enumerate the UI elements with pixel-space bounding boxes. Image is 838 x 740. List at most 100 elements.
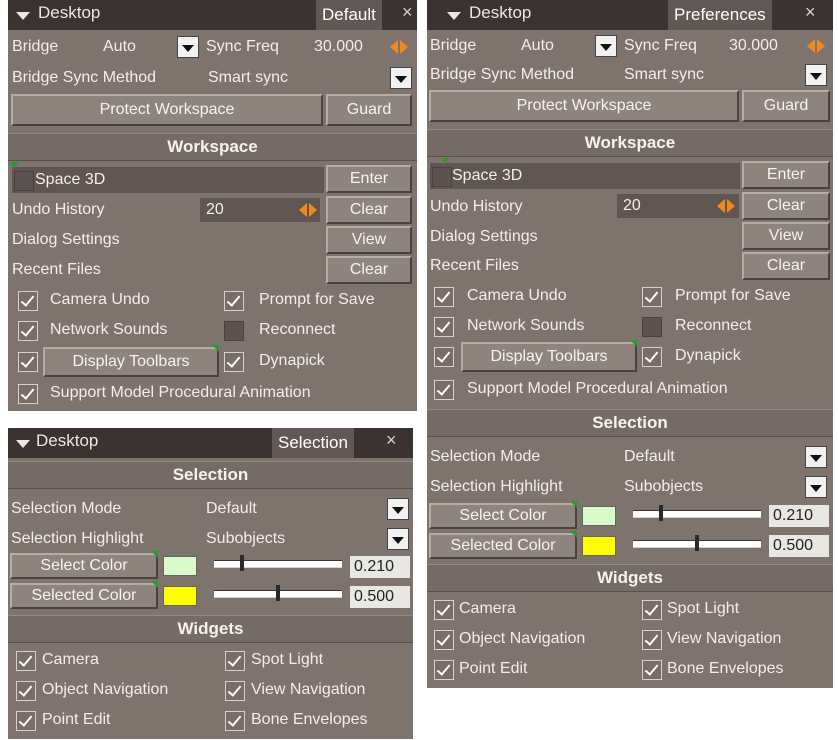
select-color-button[interactable]: Select Color [10,553,158,579]
protect-workspace-button[interactable]: Protect Workspace [11,94,323,126]
guard-button[interactable]: Guard [326,94,412,126]
sync-freq-value[interactable]: 30.000 [729,37,778,55]
space3d-checkbox[interactable] [432,167,452,187]
object-navigation-checkbox[interactable] [16,681,36,701]
selected-color-swatch[interactable] [163,586,197,606]
panel-title: Desktop [469,3,532,22]
display-toolbars-button[interactable]: Display Toolbars [461,342,637,372]
protect-workspace-button[interactable]: Protect Workspace [429,90,739,122]
dialog-settings-label: Dialog Settings [430,228,538,245]
selection-highlight-dropdown[interactable] [387,528,409,550]
collapse-arrow-icon[interactable] [16,440,30,448]
support-model-checkbox[interactable] [434,380,454,400]
sync-freq-value[interactable]: 30.000 [314,38,363,56]
select-color-slider-thumb[interactable] [659,505,663,521]
view-navigation-checkbox[interactable] [225,681,245,701]
collapse-arrow-icon[interactable] [16,12,30,20]
display-toolbars-checkbox[interactable] [434,347,454,367]
select-color-swatch[interactable] [582,506,616,526]
clear-recent-button[interactable]: Clear [742,252,830,280]
select-color-slider[interactable] [633,505,761,521]
bridge-sync-method-dropdown[interactable] [390,67,412,89]
object-navigation-label: Object Navigation [459,630,586,647]
bridge-dropdown[interactable] [177,36,199,58]
view-navigation-checkbox[interactable] [642,630,662,650]
reconnect-checkbox[interactable] [642,317,662,337]
camera-widget-checkbox[interactable] [434,600,454,620]
bridge-sync-method-dropdown[interactable] [805,64,827,86]
undo-history-spinner-icon[interactable] [298,200,318,220]
selected-color-value[interactable]: 0.500 [350,586,410,608]
bone-envelopes-checkbox[interactable] [642,660,662,680]
guard-button[interactable]: Guard [742,90,830,122]
panel-titlebar: Desktop Preferences × [427,0,833,30]
selection-mode-dropdown[interactable] [805,446,827,468]
view-button[interactable]: View [742,222,830,250]
display-toolbars-checkbox[interactable] [18,352,38,372]
tab-preferences[interactable]: Preferences [668,0,772,30]
point-edit-checkbox[interactable] [434,660,454,680]
view-button[interactable]: View [326,226,412,254]
spot-light-checkbox[interactable] [642,600,662,620]
enter-button[interactable]: Enter [326,165,412,193]
enter-button[interactable]: Enter [742,161,830,189]
undo-history-value[interactable]: 20 [206,201,224,219]
close-icon[interactable]: × [805,2,816,23]
point-edit-checkbox[interactable] [16,711,36,731]
select-color-slider-thumb[interactable] [240,555,244,571]
camera-undo-checkbox[interactable] [434,287,454,307]
select-color-value[interactable]: 0.210 [769,505,829,527]
reconnect-label: Reconnect [259,321,336,338]
object-navigation-checkbox[interactable] [434,630,454,650]
prompt-for-save-checkbox[interactable] [642,287,662,307]
bone-envelopes-label: Bone Envelopes [667,660,784,677]
dynapick-checkbox[interactable] [642,347,662,367]
select-color-slider[interactable] [214,555,342,571]
select-color-swatch[interactable] [163,556,197,576]
network-sounds-checkbox[interactable] [434,317,454,337]
select-color-value[interactable]: 0.210 [350,556,410,578]
tab-default[interactable]: Default [316,0,382,30]
selected-color-slider-thumb[interactable] [695,535,699,551]
selection-mode-label: Selection Mode [430,448,541,465]
clear-recent-button[interactable]: Clear [326,256,412,284]
selection-highlight-dropdown[interactable] [805,476,827,498]
undo-history-value[interactable]: 20 [623,197,641,215]
network-sounds-checkbox[interactable] [18,321,38,341]
desktop-panel-default: Desktop Default × Bridge Auto Sync Freq … [8,0,417,411]
undo-history-label: Undo History [12,201,105,218]
collapse-arrow-icon[interactable] [447,12,461,20]
prompt-for-save-checkbox[interactable] [224,291,244,311]
select-color-button[interactable]: Select Color [429,503,577,529]
selected-color-swatch[interactable] [582,536,616,556]
space3d-checkbox[interactable] [14,171,34,191]
selected-color-slider-thumb[interactable] [276,585,280,601]
camera-undo-checkbox[interactable] [18,291,38,311]
selected-color-value[interactable]: 0.500 [769,535,829,557]
selection-mode-dropdown[interactable] [387,498,409,520]
clear-undo-button[interactable]: Clear [326,196,412,224]
undo-history-spinner-icon[interactable] [716,196,736,216]
clear-undo-button[interactable]: Clear [742,192,830,220]
reconnect-checkbox[interactable] [224,321,244,341]
close-icon[interactable]: × [386,430,397,451]
selected-color-slider[interactable] [633,535,761,551]
bridge-sync-method-value: Smart sync [208,69,289,86]
selected-color-button[interactable]: Selected Color [429,533,577,559]
bone-envelopes-checkbox[interactable] [225,711,245,731]
display-toolbars-corner-marker [630,340,637,347]
support-model-checkbox[interactable] [18,384,38,404]
selected-color-slider[interactable] [214,585,342,601]
selected-color-button[interactable]: Selected Color [10,583,158,609]
camera-undo-label: Camera Undo [467,287,567,304]
close-icon[interactable]: × [402,2,413,23]
spot-light-checkbox[interactable] [225,651,245,671]
camera-widget-checkbox[interactable] [16,651,36,671]
desktop-panel-preferences: Desktop Preferences × Bridge Auto Sync F… [427,0,833,688]
sync-freq-spinner-icon[interactable] [389,37,409,57]
tab-selection[interactable]: Selection [272,428,354,458]
dynapick-checkbox[interactable] [224,352,244,372]
display-toolbars-button[interactable]: Display Toolbars [43,347,219,377]
sync-freq-spinner-icon[interactable] [806,36,826,56]
bridge-dropdown[interactable] [595,35,617,57]
